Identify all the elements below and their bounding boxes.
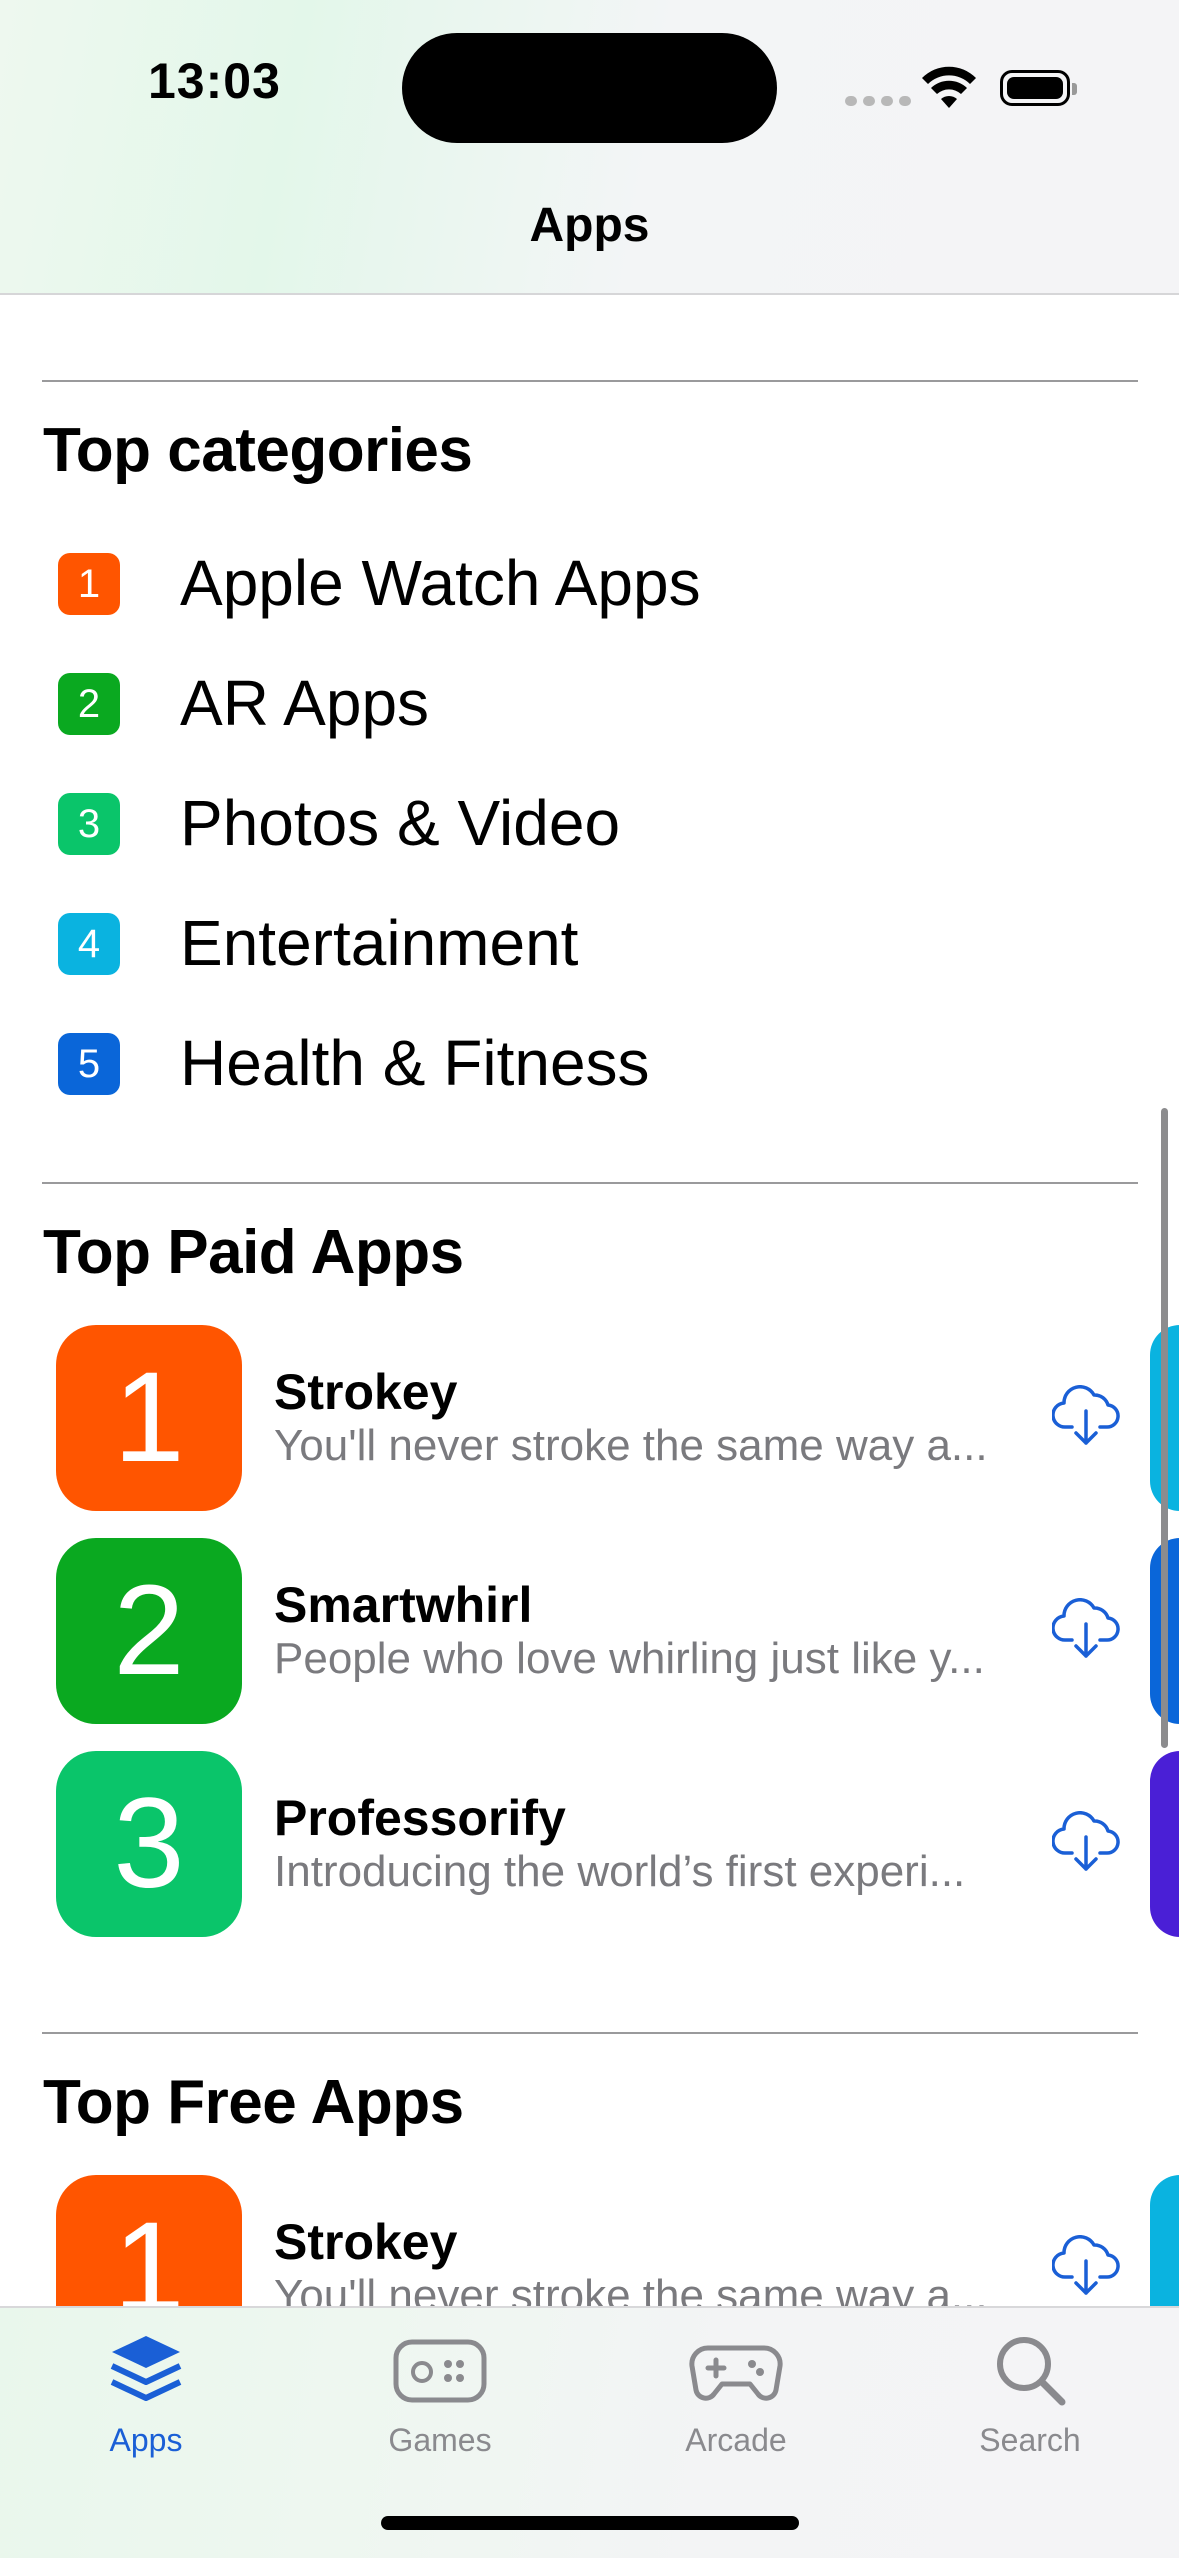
tab-apps[interactable]: Apps [46,2328,246,2478]
search-icon [997,2337,1066,2406]
app-description: You'll never stroke the same way a... [274,1421,988,1470]
tab-label: Apps [109,2422,183,2458]
scrollbar[interactable] [1161,1108,1168,1748]
app-name: Strokey [274,2214,458,2270]
cloud-download-icon[interactable] [1052,1385,1120,1447]
home-indicator [381,2516,799,2530]
category-label: Health & Fitness [180,1027,650,1099]
top-free-apps-title: Top Free Apps [43,2068,464,2137]
rank-badge: 3 [58,793,120,855]
wifi-icon [922,66,976,108]
battery-icon [1000,70,1077,106]
cloud-download-icon[interactable] [1052,2235,1120,2297]
status-time: 13:03 [148,53,281,109]
app-row-smartwhirl[interactable]: 2 Smartwhirl People who love whirling ju… [56,1538,1136,1724]
top-categories-title: Top categories [43,416,473,485]
tab-label: Games [388,2422,492,2458]
tab-label: Arcade [685,2422,787,2458]
tab-games[interactable]: Games [340,2328,540,2478]
next-page-app-icon-peek[interactable] [1150,1751,1179,1937]
app-name: Strokey [274,1364,458,1420]
tab-label: Search [979,2422,1081,2458]
rank-badge: 2 [58,673,120,735]
section-divider [42,2032,1138,2034]
category-label: Photos & Video [180,787,621,859]
category-label: Entertainment [180,907,579,979]
app-icon: 1 [56,1325,242,1511]
arcade-joystick-icon [689,2345,783,2401]
games-controller-icon [393,2339,487,2403]
app-row-professorify[interactable]: 3 Professorify Introducing the world’s f… [56,1751,1136,1937]
dynamic-island [402,33,777,143]
apps-stack-icon [110,2336,182,2401]
section-divider [42,380,1138,382]
section-divider [42,1182,1138,1184]
cloud-download-icon[interactable] [1052,1598,1120,1660]
tab-arcade[interactable]: Arcade [636,2328,836,2478]
top-paid-apps-title: Top Paid Apps [43,1218,464,1287]
rank-badge: 5 [58,1033,120,1095]
rank-badge: 1 [58,553,120,615]
app-description: People who love whirling just like y... [274,1634,985,1683]
category-label: Apple Watch Apps [180,547,701,619]
app-icon: 2 [56,1538,242,1724]
category-label: AR Apps [180,667,430,739]
cloud-download-icon[interactable] [1052,1811,1120,1873]
app-description: Introducing the world’s first experi... [274,1847,966,1896]
app-name: Professorify [274,1790,566,1846]
app-icon: 3 [56,1751,242,1937]
navigation-header: 13:03 Apps [0,0,1179,295]
rank-badge: 4 [58,913,120,975]
app-name: Smartwhirl [274,1577,533,1633]
page-title: Apps [529,199,650,252]
app-row-strokey[interactable]: 1 Strokey You'll never stroke the same w… [56,1325,1136,1511]
tab-search[interactable]: Search [930,2328,1130,2478]
